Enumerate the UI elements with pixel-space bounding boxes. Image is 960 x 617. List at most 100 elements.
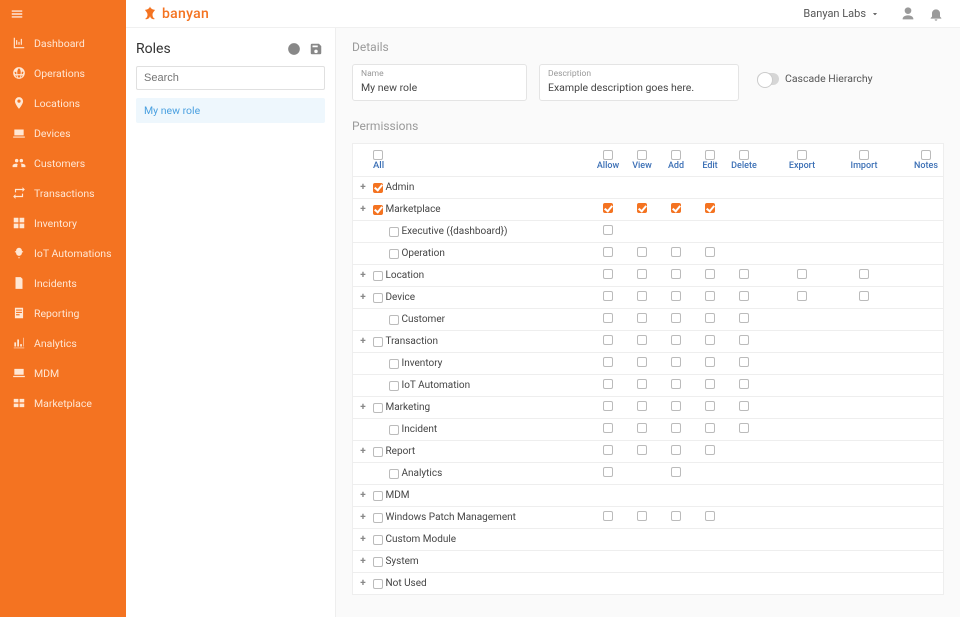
- permission-checkbox[interactable]: [603, 203, 613, 213]
- sidebar-item-marketplace[interactable]: Marketplace: [0, 388, 126, 418]
- permission-checkbox[interactable]: [671, 467, 681, 477]
- permission-checkbox[interactable]: [739, 291, 749, 301]
- expand-toggle[interactable]: +: [353, 336, 373, 347]
- expand-toggle[interactable]: +: [353, 446, 373, 457]
- permission-checkbox[interactable]: [603, 313, 613, 323]
- row-all-checkbox[interactable]: [389, 315, 399, 325]
- permission-checkbox[interactable]: [603, 423, 613, 433]
- permission-checkbox[interactable]: [739, 313, 749, 323]
- expand-toggle[interactable]: +: [353, 270, 373, 281]
- permission-checkbox[interactable]: [671, 335, 681, 345]
- cascade-hierarchy-toggle[interactable]: Cascade Hierarchy: [757, 72, 873, 85]
- permission-checkbox[interactable]: [705, 247, 715, 257]
- row-all-checkbox[interactable]: [389, 227, 399, 237]
- sidebar-item-analytics[interactable]: Analytics: [0, 328, 126, 358]
- expand-toggle[interactable]: +: [353, 490, 373, 501]
- permission-checkbox[interactable]: [705, 291, 715, 301]
- permission-checkbox[interactable]: [637, 423, 647, 433]
- permission-checkbox[interactable]: [603, 335, 613, 345]
- sidebar-item-customers[interactable]: Customers: [0, 148, 126, 178]
- sidebar-item-locations[interactable]: Locations: [0, 88, 126, 118]
- permission-checkbox[interactable]: [603, 401, 613, 411]
- permission-checkbox[interactable]: [705, 313, 715, 323]
- permission-checkbox[interactable]: [603, 445, 613, 455]
- expand-toggle[interactable]: +: [353, 512, 373, 523]
- col-add-checkbox[interactable]: [671, 150, 681, 160]
- permission-checkbox[interactable]: [603, 247, 613, 257]
- expand-toggle[interactable]: +: [353, 292, 373, 303]
- permission-checkbox[interactable]: [637, 511, 647, 521]
- expand-toggle[interactable]: +: [353, 182, 373, 193]
- permission-checkbox[interactable]: [637, 335, 647, 345]
- permission-checkbox[interactable]: [797, 269, 807, 279]
- permission-checkbox[interactable]: [603, 379, 613, 389]
- col-delete-checkbox[interactable]: [739, 150, 749, 160]
- sidebar-item-devices[interactable]: Devices: [0, 118, 126, 148]
- sidebar-item-inventory[interactable]: Inventory: [0, 208, 126, 238]
- permission-checkbox[interactable]: [739, 269, 749, 279]
- permission-checkbox[interactable]: [859, 269, 869, 279]
- permission-checkbox[interactable]: [705, 269, 715, 279]
- permission-checkbox[interactable]: [603, 291, 613, 301]
- row-all-checkbox[interactable]: [373, 403, 383, 413]
- roles-search-input[interactable]: [136, 66, 325, 90]
- row-all-checkbox[interactable]: [389, 359, 399, 369]
- permission-checkbox[interactable]: [603, 269, 613, 279]
- row-all-checkbox[interactable]: [373, 205, 383, 215]
- permission-checkbox[interactable]: [705, 335, 715, 345]
- permission-checkbox[interactable]: [671, 511, 681, 521]
- sidebar-item-transactions[interactable]: Transactions: [0, 178, 126, 208]
- row-all-checkbox[interactable]: [389, 425, 399, 435]
- save-role-button[interactable]: [307, 40, 325, 58]
- permission-checkbox[interactable]: [671, 445, 681, 455]
- permission-checkbox[interactable]: [797, 291, 807, 301]
- col-import-checkbox[interactable]: [859, 150, 869, 160]
- permission-checkbox[interactable]: [705, 357, 715, 367]
- row-all-checkbox[interactable]: [373, 293, 383, 303]
- permission-checkbox[interactable]: [671, 357, 681, 367]
- role-name-field[interactable]: Name My new role: [352, 64, 527, 101]
- bell-icon[interactable]: [926, 4, 946, 24]
- permission-checkbox[interactable]: [739, 401, 749, 411]
- permission-checkbox[interactable]: [603, 357, 613, 367]
- permission-checkbox[interactable]: [705, 423, 715, 433]
- permission-checkbox[interactable]: [705, 379, 715, 389]
- permission-checkbox[interactable]: [705, 511, 715, 521]
- permission-checkbox[interactable]: [671, 379, 681, 389]
- col-edit-checkbox[interactable]: [705, 150, 715, 160]
- permission-checkbox[interactable]: [739, 357, 749, 367]
- permission-checkbox[interactable]: [671, 313, 681, 323]
- row-all-checkbox[interactable]: [373, 337, 383, 347]
- row-all-checkbox[interactable]: [373, 513, 383, 523]
- sidebar-item-dashboard[interactable]: Dashboard: [0, 28, 126, 58]
- permission-checkbox[interactable]: [859, 291, 869, 301]
- col-notes-checkbox[interactable]: [921, 150, 931, 160]
- row-all-checkbox[interactable]: [389, 249, 399, 259]
- sidebar-item-iot-automations[interactable]: IoT Automations: [0, 238, 126, 268]
- row-all-checkbox[interactable]: [373, 579, 383, 589]
- permission-checkbox[interactable]: [671, 401, 681, 411]
- col-export-checkbox[interactable]: [797, 150, 807, 160]
- sidebar-item-incidents[interactable]: Incidents: [0, 268, 126, 298]
- expand-toggle[interactable]: +: [353, 402, 373, 413]
- col-allow-checkbox[interactable]: [603, 150, 613, 160]
- permission-checkbox[interactable]: [637, 247, 647, 257]
- expand-toggle[interactable]: +: [353, 578, 373, 589]
- row-all-checkbox[interactable]: [389, 469, 399, 479]
- row-all-checkbox[interactable]: [373, 491, 383, 501]
- row-all-checkbox[interactable]: [373, 447, 383, 457]
- select-all-checkbox[interactable]: [373, 150, 383, 160]
- permission-checkbox[interactable]: [705, 445, 715, 455]
- col-view-checkbox[interactable]: [637, 150, 647, 160]
- expand-toggle[interactable]: +: [353, 556, 373, 567]
- org-switcher[interactable]: Banyan Labs: [803, 7, 880, 20]
- permission-checkbox[interactable]: [603, 511, 613, 521]
- role-desc-field[interactable]: Description Example description goes her…: [539, 64, 739, 101]
- permission-checkbox[interactable]: [603, 467, 613, 477]
- permission-checkbox[interactable]: [739, 335, 749, 345]
- permission-checkbox[interactable]: [671, 203, 681, 213]
- permission-checkbox[interactable]: [637, 269, 647, 279]
- row-all-checkbox[interactable]: [373, 271, 383, 281]
- hamburger-button[interactable]: [0, 0, 126, 28]
- permission-checkbox[interactable]: [671, 247, 681, 257]
